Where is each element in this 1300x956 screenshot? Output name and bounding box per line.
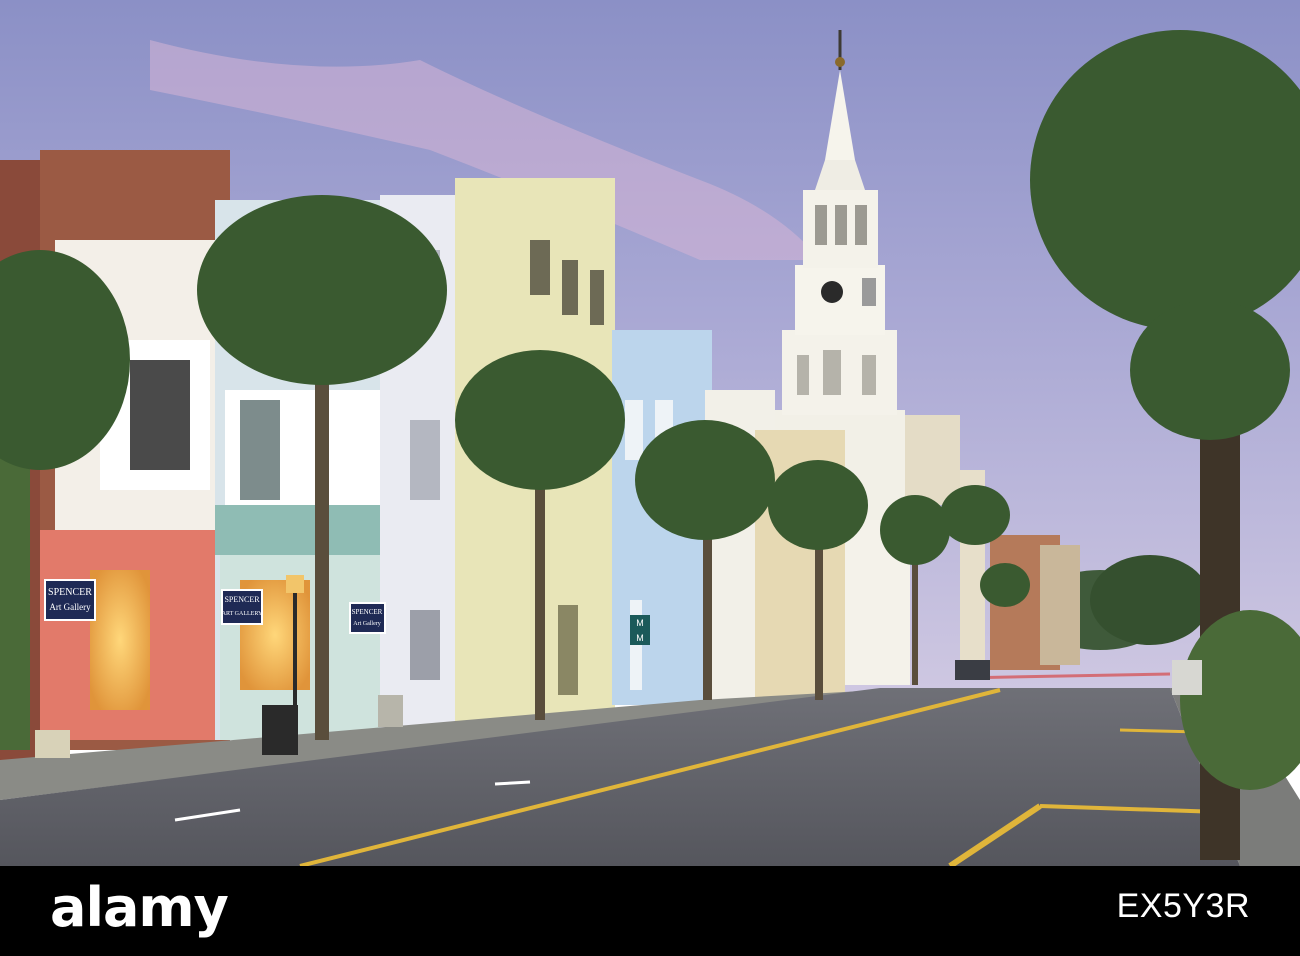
sign-text: M [636,618,644,628]
car [1172,660,1202,695]
sign-text: SPENCER [224,595,260,604]
sign-text: Art Gallery [353,621,381,627]
sign-m: M M [630,615,650,645]
trash-can [262,705,298,755]
alamy-logo: alamy [50,876,229,939]
sign-text: ART GALLERY [222,611,263,617]
street-photo: SPENCER Art Gallery SPENCER ART GALLERY … [0,0,1300,866]
car [955,660,990,680]
sign-gallery-3: SPENCER Art Gallery [349,602,386,634]
sign-text: M [636,633,644,643]
image-id: EX5Y3R [1116,887,1250,925]
sign-text: Art Gallery [49,602,91,612]
sign-text: SPENCER [48,587,92,598]
sign-text: SPENCER [352,608,383,616]
sign-gallery-1: SPENCER Art Gallery [44,579,96,621]
sign-gallery-2: SPENCER ART GALLERY [221,589,263,625]
planter [378,695,403,727]
planter [35,730,70,758]
clock [821,281,843,303]
